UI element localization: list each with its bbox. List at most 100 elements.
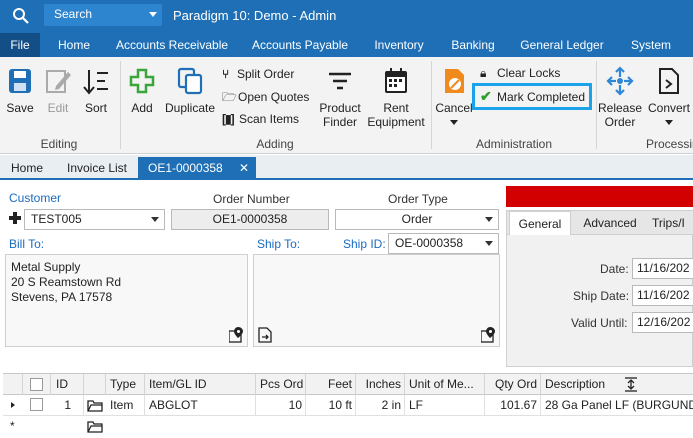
map-pin-icon[interactable]: [480, 327, 495, 343]
lock-icon: 🔒︎: [480, 66, 487, 80]
grid-col-feet[interactable]: Feet: [306, 374, 356, 395]
grid-col-select: [23, 374, 51, 395]
grid-col-type[interactable]: Type: [106, 374, 145, 395]
add-button[interactable]: Add: [124, 57, 160, 133]
table-row[interactable]: 1 Item ABGLOT 10 10 ft 2 in LF 101.67 28…: [3, 395, 693, 416]
cell-item: ABGLOT: [145, 395, 256, 415]
ribbon: Save Edit Sort Editing Add Duplicate ⑂ Sp…: [0, 57, 693, 154]
mark-completed-button[interactable]: ✔ Mark Completed: [472, 83, 592, 110]
sort-button[interactable]: Sort: [78, 57, 114, 133]
date-label: Date:: [600, 262, 629, 276]
duplicate-icon: [176, 66, 204, 96]
duplicate-button[interactable]: Duplicate: [162, 57, 218, 133]
release-order-label-2: Order: [604, 115, 636, 129]
menu-home[interactable]: Home: [50, 33, 98, 57]
cell-id: 1: [51, 395, 84, 415]
cell-pcs-ord: 10: [256, 395, 306, 415]
ship-id-select[interactable]: OE-0000358: [388, 233, 499, 254]
ship-date-field[interactable]: 11/16/202: [632, 285, 693, 306]
add-icon: [128, 66, 156, 96]
add-label: Add: [131, 101, 153, 115]
menu-inventory[interactable]: Inventory: [366, 33, 432, 57]
folder-icon[interactable]: [87, 398, 103, 412]
order-type-select[interactable]: Order: [335, 209, 499, 230]
convert-label: Convert: [647, 101, 691, 115]
grid-header: ID Type Item/GL ID Pcs Ord Feet Inches U…: [3, 373, 693, 395]
grid-col-qty-ord[interactable]: Qty Ord: [485, 374, 541, 395]
product-finder-button[interactable]: Product Finder: [314, 57, 366, 133]
grid-col-pcs-ord[interactable]: Pcs Ord: [256, 374, 306, 395]
document-tabs: Home Invoice List OE1-0000358 ✕: [0, 155, 693, 180]
grid-col-item[interactable]: Item/GL ID: [145, 374, 256, 395]
tab-home[interactable]: Home: [4, 157, 50, 180]
row-indicator-icon: [11, 402, 15, 408]
tab-trips[interactable]: Trips/I: [652, 211, 693, 235]
grid-col-unit[interactable]: Unit of Me...: [405, 374, 485, 395]
tab-order-active[interactable]: OE1-0000358 ✕: [138, 157, 256, 180]
rent-equipment-button[interactable]: Rent Equipment: [364, 57, 428, 133]
folder-icon: 🗁: [222, 90, 237, 104]
column-resize-icon[interactable]: [623, 377, 639, 392]
save-button[interactable]: Save: [2, 57, 38, 133]
new-table-row[interactable]: *: [3, 416, 693, 437]
ship-id-value: OE-0000358: [395, 236, 464, 250]
tab-general[interactable]: General: [509, 211, 571, 235]
ship-to-label: Ship To:: [257, 237, 301, 251]
grid-col-inches[interactable]: Inches: [356, 374, 405, 395]
edit-button[interactable]: Edit: [40, 57, 76, 133]
search-icon[interactable]: [12, 7, 30, 25]
ribbon-separator: [596, 61, 597, 149]
cell-description: 28 Ga Panel LF (BURGUNDY): [545, 398, 693, 412]
cell-inches: 2 in: [356, 395, 405, 415]
menu-general-ledger[interactable]: General Ledger: [514, 33, 610, 57]
group-label-processing: Processin: [646, 137, 693, 151]
ship-date-label: Ship Date:: [573, 289, 630, 303]
menu-system[interactable]: System: [624, 33, 678, 57]
bill-to-address-box[interactable]: Metal Supply 20 S Reamstown Rd Stevens, …: [5, 254, 248, 347]
chevron-down-icon: [151, 217, 159, 222]
title-bar: Search Paradigm 10: Demo - Admin: [0, 0, 693, 33]
scan-items-button[interactable]: [▮] Scan Items: [222, 110, 312, 128]
date-field[interactable]: 11/16/202: [632, 258, 693, 279]
map-pin-icon[interactable]: [228, 327, 243, 343]
order-number-value: OE1-0000358: [212, 212, 288, 226]
clear-locks-button[interactable]: 🔒︎ Clear Locks: [480, 64, 572, 82]
menu-accounts-receivable[interactable]: Accounts Receivable: [110, 33, 234, 57]
tab-invoice-list[interactable]: Invoice List: [60, 157, 134, 180]
menu-file[interactable]: File: [0, 33, 40, 57]
ship-date-value: 11/16/202: [637, 288, 690, 302]
barcode-icon: [▮]: [222, 112, 235, 126]
customer-select[interactable]: TEST005: [24, 209, 165, 230]
search-dropdown-icon[interactable]: [149, 12, 157, 17]
tab-advanced[interactable]: Advanced: [576, 211, 644, 235]
checkmark-icon: ✔: [480, 88, 492, 104]
release-order-icon: [606, 66, 634, 96]
grid-col-indicator: [3, 374, 23, 395]
ship-to-address-box[interactable]: [253, 254, 500, 347]
grid-col-id[interactable]: ID: [51, 374, 84, 395]
edit-label: Edit: [47, 101, 69, 115]
convert-button[interactable]: Convert: [644, 57, 693, 133]
valid-until-label: Valid Until:: [571, 316, 628, 330]
menu-accounts-payable[interactable]: Accounts Payable: [246, 33, 354, 57]
export-icon[interactable]: [258, 327, 272, 343]
grid-col-description[interactable]: Description: [541, 374, 611, 395]
row-checkbox[interactable]: [30, 398, 43, 411]
menu-banking[interactable]: Banking: [444, 33, 502, 57]
open-quotes-button[interactable]: 🗁Open Quotes: [222, 88, 318, 106]
save-label: Save: [6, 101, 34, 115]
add-customer-icon[interactable]: [9, 212, 21, 224]
folder-icon[interactable]: [87, 419, 103, 433]
rent-equipment-label-2: Equipment: [367, 115, 425, 129]
chevron-down-icon: [485, 217, 493, 222]
customer-value: TEST005: [31, 212, 82, 226]
select-all-checkbox[interactable]: [30, 378, 43, 391]
customer-label: Customer: [9, 191, 62, 205]
valid-until-field[interactable]: 12/16/202: [632, 312, 693, 333]
scan-items-label: Scan Items: [239, 112, 300, 126]
split-order-button[interactable]: ⑂ Split Order: [222, 65, 312, 83]
close-icon[interactable]: ✕: [239, 157, 249, 180]
search-box[interactable]: Search: [44, 4, 162, 26]
cancel-button[interactable]: Cancel: [434, 57, 474, 133]
release-order-button[interactable]: Release Order: [598, 57, 642, 133]
